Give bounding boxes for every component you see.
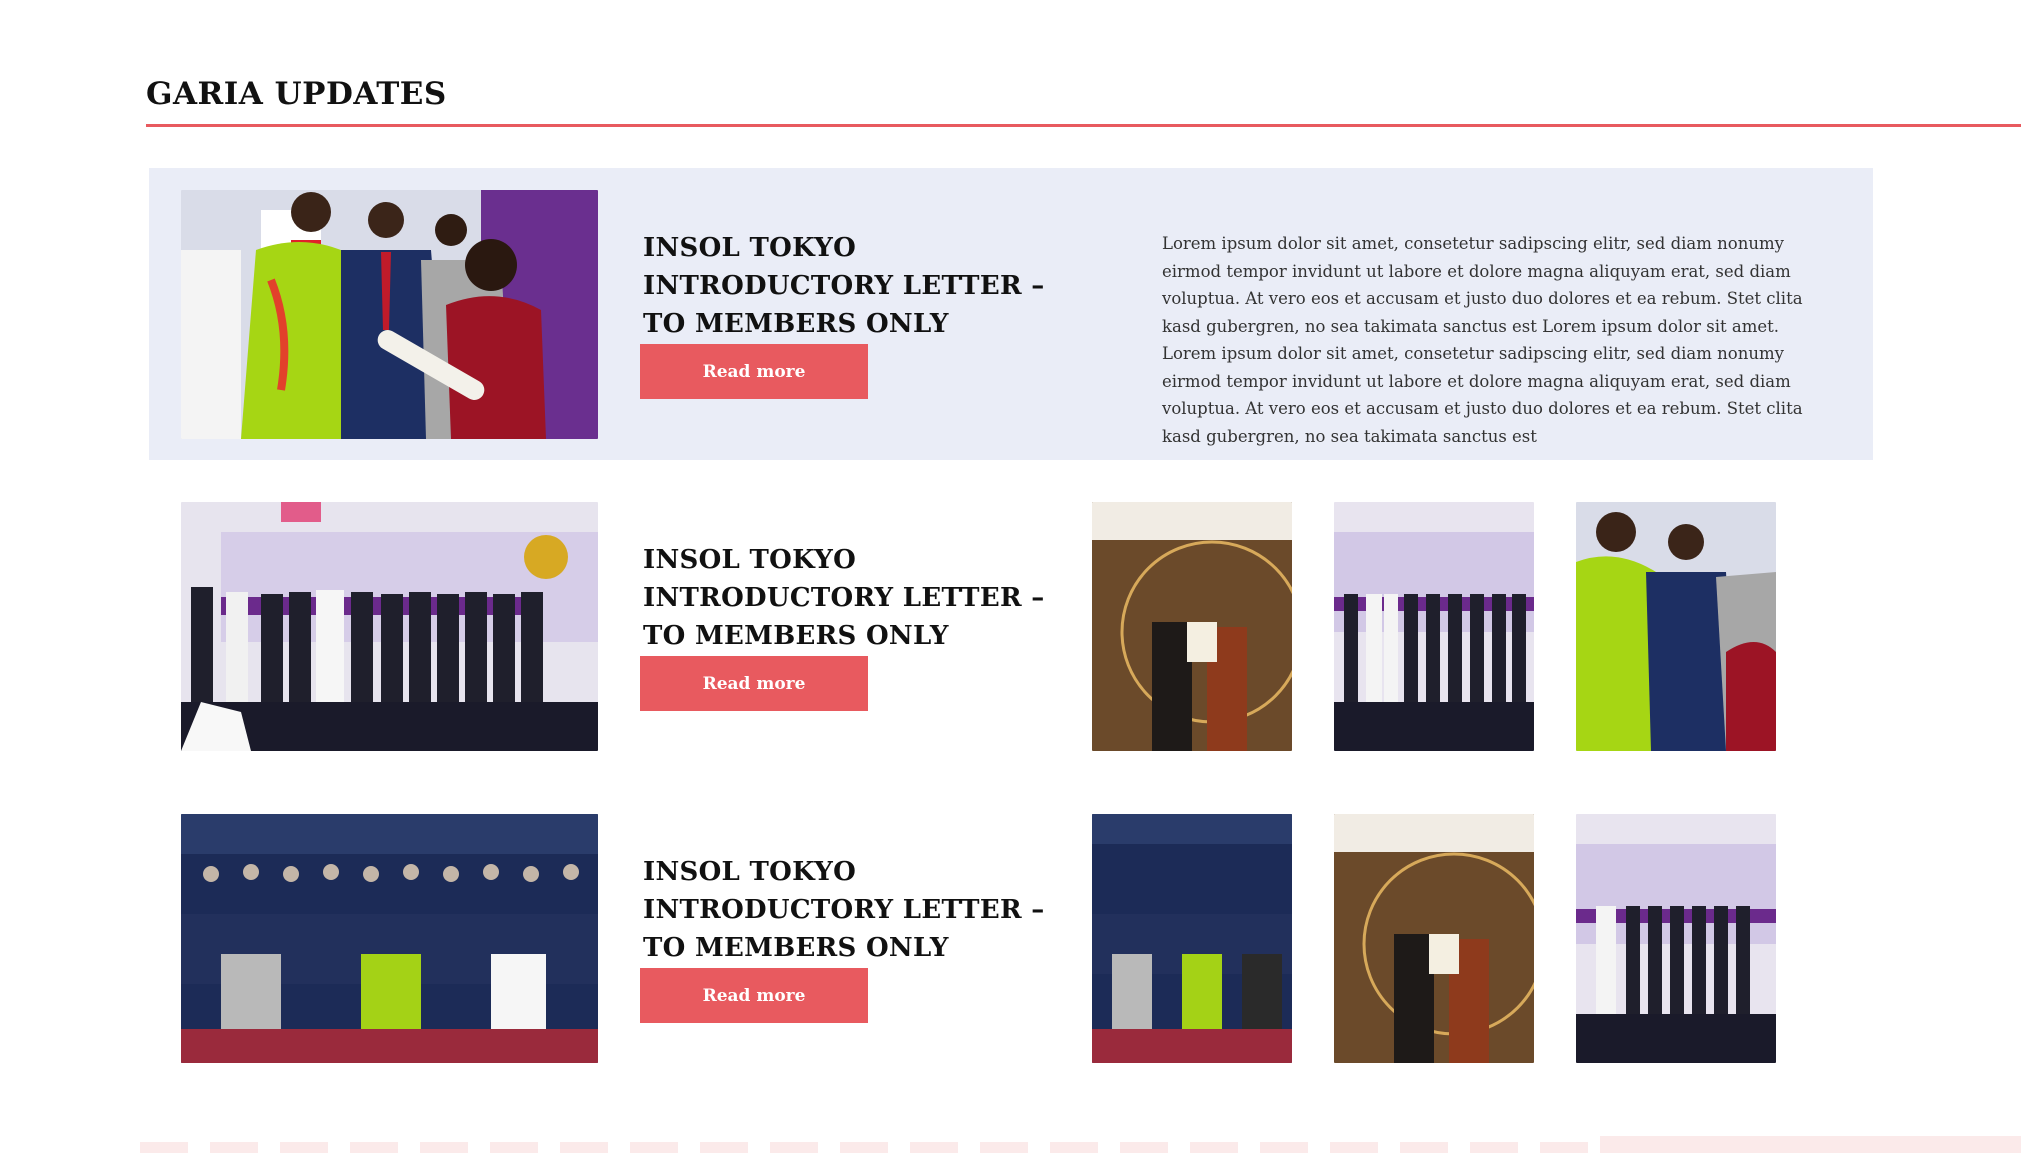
post-1-photo[interactable] [181,190,598,439]
footer-decoration-block [1600,1136,2021,1153]
section-title-underline [146,124,2021,127]
post-3-gallery-image-3[interactable] [1576,814,1776,1063]
post-2-title[interactable]: INSOL TOKYO INTRODUCTORY LETTER – TO MEM… [643,541,1083,655]
post-2-read-more-button[interactable]: Read more [640,656,868,711]
post-3-photo[interactable] [181,814,598,1063]
post-2-photo[interactable] [181,502,598,751]
section-title: GARIA UPDATES [146,76,447,112]
post-3-gallery-image-2[interactable] [1334,814,1534,1063]
post-1-excerpt: Lorem ipsum dolor sit amet, consetetur s… [1162,234,1803,446]
post-1-title[interactable]: INSOL TOKYO INTRODUCTORY LETTER – TO MEM… [643,229,1083,343]
post-2-gallery-image-3[interactable] [1576,502,1776,751]
post-1-read-more-button[interactable]: Read more [640,344,868,399]
post-3-read-more-button[interactable]: Read more [640,968,868,1023]
post-2-gallery-image-2[interactable] [1334,502,1534,751]
post-2-gallery-image-1[interactable] [1092,502,1292,751]
post-3-title[interactable]: INSOL TOKYO INTRODUCTORY LETTER – TO MEM… [643,853,1083,967]
post-3-gallery-image-1[interactable] [1092,814,1292,1063]
